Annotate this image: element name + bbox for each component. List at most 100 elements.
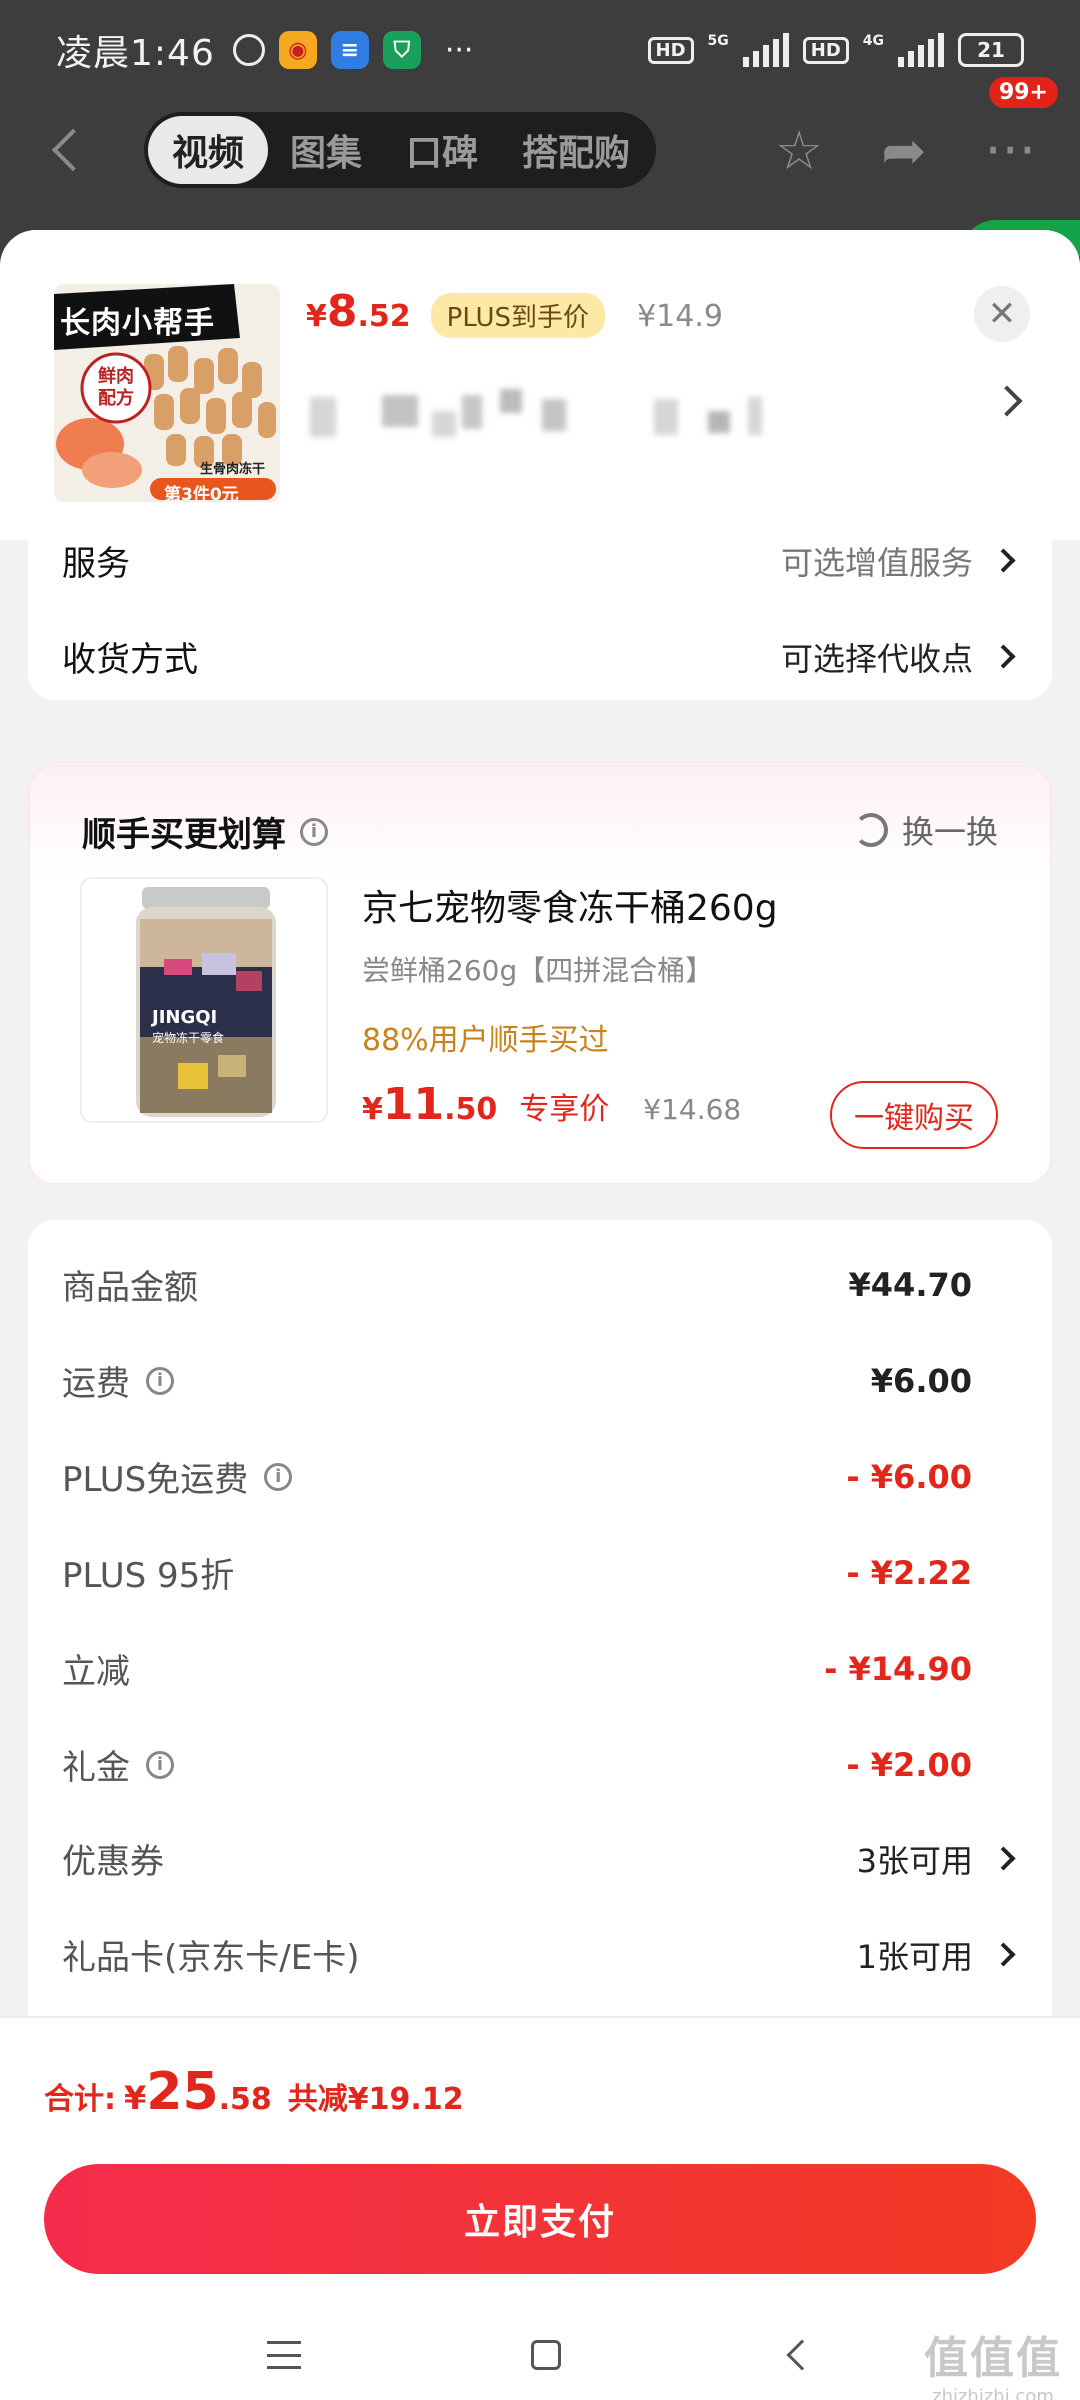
- summary-label: 运费: [62, 1364, 130, 1404]
- tab-reviews[interactable]: 口碑: [384, 116, 500, 184]
- upsell-original-price: ¥14.68: [643, 1093, 742, 1126]
- watermark-url: zhizhizhi.com: [932, 2386, 1054, 2400]
- thumb-title: 长肉小帮手: [60, 306, 215, 341]
- summary-label: PLUS免运费: [62, 1460, 249, 1500]
- total-saved: 共减¥19.12: [287, 2082, 464, 2117]
- signal-bars-icon: [742, 33, 789, 67]
- blurred-spec-text: [310, 375, 830, 455]
- tab-video[interactable]: 视频: [148, 116, 269, 184]
- hd-icon: HD: [647, 36, 694, 64]
- more-icon[interactable]: ···: [985, 119, 1037, 182]
- favorite-star-icon[interactable]: ☆: [775, 119, 823, 182]
- more-notifications-icon: ···: [444, 32, 474, 68]
- summary-value: - ¥6.00: [846, 1457, 972, 1496]
- summary-row-gift-card[interactable]: 礼品卡(京东卡/E卡) 1张可用: [62, 1930, 1016, 1979]
- jar-text: 宠物冻干零食: [152, 1031, 225, 1045]
- swap-button[interactable]: 换一换: [853, 807, 998, 853]
- chevron-right-icon: [991, 644, 1016, 669]
- watermark-main: 值值值: [924, 2333, 1062, 2384]
- chevron-right-icon: [991, 1846, 1016, 1871]
- thumb-caption: 生骨肉冻干: [200, 462, 266, 477]
- one-click-buy-button[interactable]: 一键购买: [830, 1081, 998, 1149]
- notification-icons: ◉ ≡ ⛉ ···: [232, 31, 474, 69]
- summary-value: 1张可用: [856, 1937, 973, 1976]
- media-tabs: 视频 图集 口碑 搭配购: [144, 112, 657, 188]
- signal-5g-label: 5G: [707, 33, 729, 49]
- menu-icon[interactable]: [267, 2341, 301, 2369]
- upsell-title: 顺手买更划算: [82, 815, 286, 855]
- chevron-right-icon: [991, 1942, 1016, 1967]
- total-amount: ¥25.58: [124, 2062, 272, 2122]
- status-time: 凌晨1:46: [56, 33, 215, 74]
- summary-row-plus-free-shipping: PLUS免运费 i - ¥6.00: [62, 1452, 1012, 1501]
- product-thumbnail: 长肉小帮手 鲜肉配方 生骨肉冻干 第3件0元: [54, 284, 280, 502]
- info-icon[interactable]: i: [300, 817, 328, 846]
- summary-row-cash-gift: 礼金 i - ¥2.00: [62, 1740, 1012, 1789]
- weibo-icon: ◉: [278, 31, 317, 69]
- info-icon[interactable]: i: [146, 1750, 174, 1779]
- tab-bundle[interactable]: 搭配购: [500, 116, 652, 184]
- layers-app-icon: ≡: [330, 31, 369, 69]
- summary-value: - ¥14.90: [824, 1649, 972, 1688]
- swap-label: 换一换: [901, 813, 998, 851]
- delivery-value: 可选择代收点: [780, 639, 973, 678]
- upsell-price: ¥11.50: [362, 1079, 498, 1130]
- total-row: 合计: ¥25.58 共减¥19.12: [44, 2062, 464, 2122]
- summary-value: ¥6.00: [870, 1361, 972, 1400]
- upsell-product-spec: 尝鲜桶260g【四拼混合桶】: [362, 954, 714, 987]
- checkout-sheet: 长肉小帮手 鲜肉配方 生骨肉冻干 第3件0元 ¥8.52 PLUS到手价 ¥14…: [0, 230, 1080, 2400]
- summary-row-coupons[interactable]: 优惠券 3张可用: [62, 1834, 1016, 1883]
- home-icon[interactable]: [531, 2340, 561, 2370]
- status-right: HD 5G HD 4G 21: [647, 33, 1024, 67]
- summary-label: 商品金额: [62, 1268, 198, 1308]
- nav-actions: ☆ ➦ ··· 99+: [775, 76, 1058, 182]
- tab-gallery[interactable]: 图集: [268, 116, 384, 184]
- top-nav: 视频 图集 口碑 搭配购 ☆ ➦ ··· 99+: [0, 76, 1080, 192]
- summary-label: 立减: [62, 1652, 130, 1692]
- close-button[interactable]: ✕: [974, 286, 1030, 342]
- shield-app-icon: ⛉: [382, 31, 421, 69]
- pay-now-button[interactable]: 立即支付: [44, 2164, 1036, 2274]
- original-price: ¥14.9: [637, 299, 723, 334]
- upsell-price-row: ¥11.50 专享价 ¥14.68: [362, 1079, 741, 1130]
- refresh-icon: [853, 813, 888, 847]
- signal-4g-label: 4G: [862, 33, 884, 49]
- delivery-row[interactable]: 收货方式 可选择代收点: [62, 632, 1016, 681]
- upsell-card: 顺手买更划算 i 换一换 JINGQI 宠物冻干零食 京七宠物零食冻干桶260g…: [28, 765, 1052, 1185]
- total-label: 合计:: [44, 2082, 116, 2117]
- info-icon[interactable]: i: [264, 1462, 293, 1491]
- summary-row-goods: 商品金额 ¥44.70: [62, 1260, 1012, 1309]
- status-bar: 凌晨1:46 ◉ ≡ ⛉ ··· HD 5G HD 4G 21: [0, 0, 1080, 100]
- signal-bars-icon-2: [898, 33, 944, 67]
- product-price: ¥8.52: [306, 286, 411, 337]
- back-icon[interactable]: [51, 128, 95, 172]
- system-nav-bar: [0, 2308, 1080, 2400]
- share-icon[interactable]: ➦: [881, 119, 926, 182]
- info-icon[interactable]: i: [146, 1366, 174, 1395]
- chevron-right-icon: [991, 548, 1016, 573]
- summary-label: PLUS 95折: [62, 1556, 235, 1596]
- service-row[interactable]: 服务 可选增值服务: [62, 536, 1016, 585]
- plus-price-chip: PLUS到手价: [430, 293, 606, 338]
- checkout-bottom-bar: 合计: ¥25.58 共减¥19.12 立即支付 值值值 zhizhizhi.c…: [0, 2016, 1080, 2400]
- options-card: 服务 可选增值服务 收货方式 可选择代收点: [28, 502, 1052, 700]
- hd-icon-2: HD: [802, 36, 849, 64]
- summary-value: 3张可用: [856, 1841, 973, 1880]
- summary-value: ¥44.70: [848, 1265, 972, 1304]
- delivery-label: 收货方式: [62, 640, 198, 680]
- summary-row-shipping: 运费 i ¥6.00: [62, 1356, 1012, 1405]
- summary-label: 礼金: [62, 1748, 130, 1788]
- summary-label: 优惠券: [62, 1842, 164, 1882]
- upsell-product-image[interactable]: JINGQI 宠物冻干零食: [80, 877, 328, 1123]
- service-label: 服务: [62, 544, 130, 584]
- alarm-icon: [232, 34, 265, 66]
- watermark: 值值值 zhizhizhi.com: [924, 2322, 1062, 2400]
- summary-value: - ¥2.22: [846, 1553, 972, 1592]
- thumb-tag: 鲜肉配方: [98, 366, 134, 409]
- summary-label: 礼品卡(京东卡/E卡): [62, 1938, 360, 1978]
- system-back-icon[interactable]: [786, 2339, 818, 2371]
- upsell-percent: 88%用户顺手买过: [362, 1023, 609, 1058]
- upsell-product-name[interactable]: 京七宠物零食冻干桶260g: [362, 879, 778, 931]
- product-header: 长肉小帮手 鲜肉配方 生骨肉冻干 第3件0元 ¥8.52 PLUS到手价 ¥14…: [0, 230, 1080, 540]
- spec-chevron-icon[interactable]: [991, 385, 1023, 417]
